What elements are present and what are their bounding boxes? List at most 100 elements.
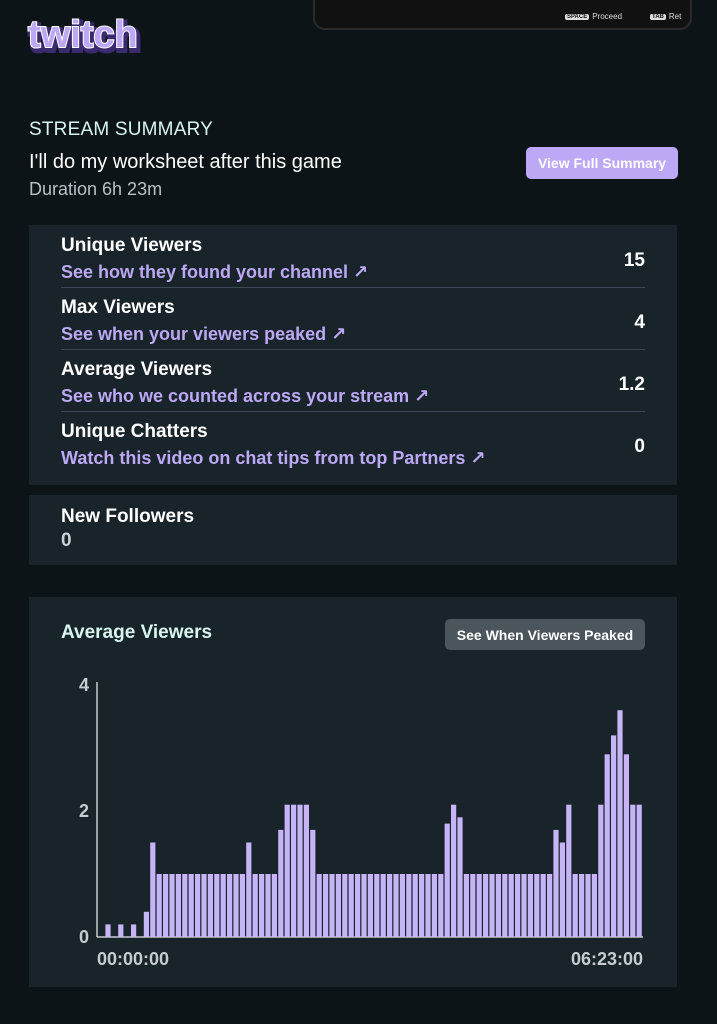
chart-bar[interactable] — [348, 874, 354, 937]
chart-bar[interactable] — [598, 804, 604, 937]
stat-link-chat-tips[interactable]: Watch this video on chat tips from top P… — [61, 448, 485, 469]
chart-bar[interactable] — [393, 874, 399, 937]
chart-bar[interactable] — [297, 804, 303, 937]
chart-bar[interactable] — [374, 874, 380, 937]
chart-bar[interactable] — [220, 874, 226, 937]
chart-bar[interactable] — [265, 874, 271, 937]
chart-bar[interactable] — [470, 874, 476, 937]
chart-bar[interactable] — [534, 874, 540, 937]
chart-bar[interactable] — [489, 874, 495, 937]
chart-bar[interactable] — [239, 874, 245, 937]
chart-bar[interactable] — [457, 817, 463, 937]
chart-bar[interactable] — [566, 804, 572, 937]
chart-bar[interactable] — [143, 911, 149, 937]
chart-bar[interactable] — [323, 874, 329, 937]
stat-label: Average Viewers — [61, 359, 213, 380]
chart-bar[interactable] — [207, 874, 213, 937]
tab-key-icon: TAB — [650, 13, 666, 20]
chart-bar[interactable] — [591, 874, 597, 937]
video-frame-edge: SPACE Proceed TAB Ret — [313, 0, 692, 30]
chart-bar[interactable] — [163, 874, 169, 937]
chart-bar[interactable] — [559, 842, 565, 938]
followers-value: 0 — [61, 530, 72, 551]
chart-bar[interactable] — [527, 874, 533, 937]
chart-bar[interactable] — [636, 804, 642, 937]
chart-bar[interactable] — [335, 874, 341, 937]
chart-bar[interactable] — [399, 874, 405, 937]
x-axis-start-label: 00:00:00 — [97, 949, 169, 969]
chart-bar[interactable] — [303, 804, 309, 937]
chart-bar[interactable] — [604, 754, 610, 937]
chart-bar[interactable] — [515, 874, 521, 937]
average-viewers-chart-card: Average Viewers See When Viewers Peaked … — [29, 597, 677, 987]
chart-bar[interactable] — [579, 874, 585, 937]
chart-bar[interactable] — [483, 874, 489, 937]
chart-bar[interactable] — [156, 874, 162, 937]
chart-bar[interactable] — [617, 710, 623, 937]
chart-bar[interactable] — [367, 874, 373, 937]
chart-bar[interactable] — [630, 804, 636, 937]
view-full-summary-button[interactable]: View Full Summary — [526, 147, 678, 179]
chart-bar[interactable] — [278, 829, 284, 937]
stat-label: Max Viewers — [61, 297, 175, 318]
chart-bar[interactable] — [271, 874, 277, 937]
chart-bar[interactable] — [150, 842, 156, 938]
hint-label: Ret — [668, 12, 682, 21]
chart-bar[interactable] — [246, 842, 252, 938]
chart-bar[interactable] — [540, 874, 546, 937]
chart-bar[interactable] — [476, 874, 482, 937]
chart-bar[interactable] — [502, 874, 508, 937]
twitch-logo[interactable]: twitch twitch — [26, 13, 160, 67]
chart-bar[interactable] — [553, 829, 559, 937]
chart-bar[interactable] — [380, 874, 386, 937]
chart-bar[interactable] — [310, 829, 316, 937]
chart-bar[interactable] — [451, 804, 457, 937]
chart-bar[interactable] — [623, 754, 629, 937]
chart-bar[interactable] — [547, 874, 553, 937]
chart-bar[interactable] — [425, 874, 431, 937]
chart-bar[interactable] — [284, 804, 290, 937]
chart-bar[interactable] — [412, 874, 418, 937]
chart-bar[interactable] — [438, 874, 444, 937]
chart-bar[interactable] — [131, 924, 137, 937]
stat-link-viewers-peaked[interactable]: See when your viewers peaked ↗ — [61, 324, 346, 345]
chart-bar[interactable] — [118, 924, 124, 937]
chart-bar[interactable] — [508, 874, 514, 937]
chart-bar[interactable] — [105, 924, 111, 937]
stat-link-found-channel[interactable]: See how they found your channel ↗ — [61, 262, 368, 283]
chart-bar[interactable] — [316, 874, 322, 937]
stream-duration: Duration 6h 23m — [29, 179, 163, 199]
chart-bar[interactable] — [182, 874, 188, 937]
chart-bar[interactable] — [585, 874, 591, 937]
chart-bar[interactable] — [611, 735, 617, 937]
chart-bar[interactable] — [201, 874, 207, 937]
hint-label: Proceed — [592, 12, 623, 21]
chart-bar[interactable] — [419, 874, 425, 937]
chart-bar[interactable] — [444, 823, 450, 937]
chart-bar[interactable] — [572, 874, 578, 937]
chart-bar[interactable] — [406, 874, 412, 937]
y-tick-label: 0 — [79, 927, 89, 947]
chart-bar[interactable] — [342, 874, 348, 937]
chart-bar[interactable] — [175, 874, 181, 937]
chart-bar[interactable] — [463, 874, 469, 937]
chart-bar[interactable] — [431, 874, 437, 937]
stat-row-unique-viewers: Unique Viewers See how they found your c… — [61, 225, 645, 288]
chart-bar[interactable] — [233, 874, 239, 937]
chart-bar[interactable] — [495, 874, 501, 937]
chart-bar[interactable] — [188, 874, 194, 937]
chart-bar[interactable] — [259, 874, 265, 937]
chart-bar[interactable] — [355, 874, 361, 937]
chart-bar[interactable] — [361, 874, 367, 937]
chart-bar[interactable] — [387, 874, 393, 937]
chart-bar[interactable] — [329, 874, 335, 937]
chart-bar[interactable] — [291, 804, 297, 937]
chart-bar[interactable] — [252, 874, 258, 937]
chart-bar[interactable] — [227, 874, 233, 937]
chart-bar[interactable] — [214, 874, 220, 937]
chart-bar[interactable] — [195, 874, 201, 937]
stat-value: 0 — [634, 436, 645, 457]
chart-bar[interactable] — [521, 874, 527, 937]
stat-link-counted-viewers[interactable]: See who we counted across your stream ↗ — [61, 386, 429, 407]
chart-bar[interactable] — [169, 874, 175, 937]
